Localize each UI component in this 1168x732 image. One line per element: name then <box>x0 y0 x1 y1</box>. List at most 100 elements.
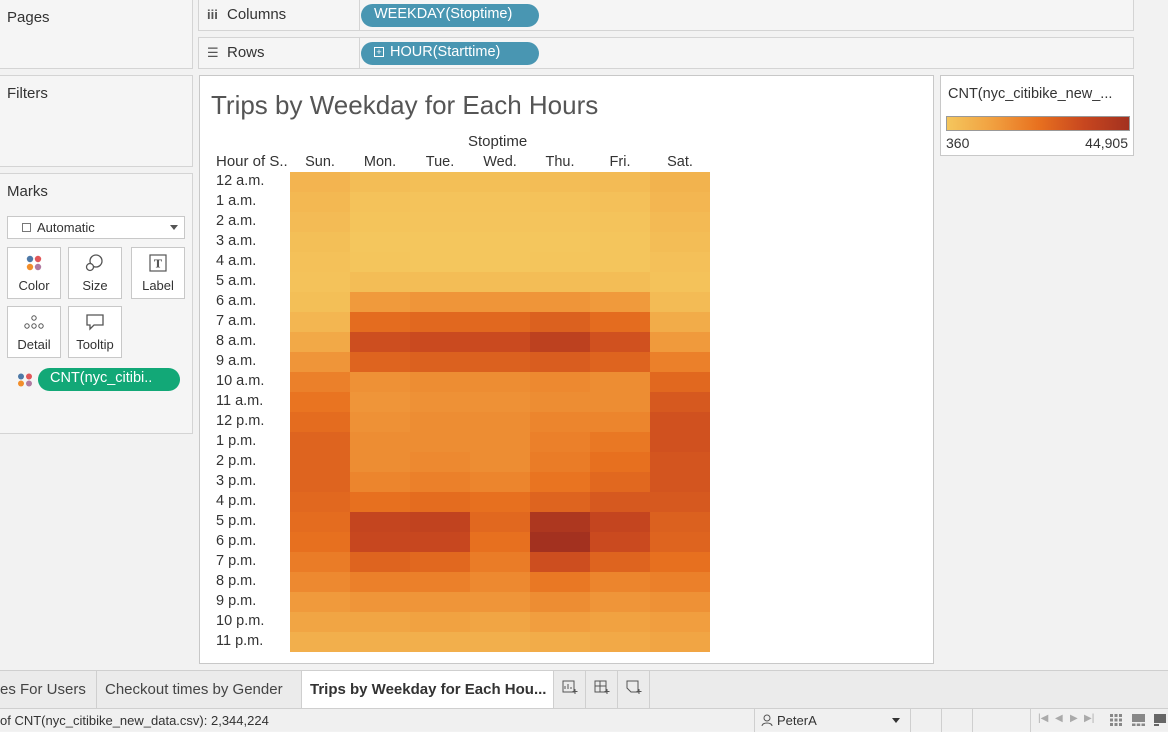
heatmap-cell[interactable] <box>290 412 350 432</box>
mark-type-dropdown[interactable]: Automatic <box>7 216 185 239</box>
heatmap-cell[interactable] <box>410 292 470 312</box>
heatmap-cell[interactable] <box>650 172 710 192</box>
heatmap-cell[interactable] <box>350 492 410 512</box>
heatmap-cell[interactable] <box>290 332 350 352</box>
heatmap-cell[interactable] <box>410 232 470 252</box>
heatmap-cell[interactable] <box>530 352 590 372</box>
heatmap-cell[interactable] <box>650 272 710 292</box>
heatmap-cell[interactable] <box>470 512 530 532</box>
heatmap-cell[interactable] <box>530 292 590 312</box>
heatmap-cell[interactable] <box>650 372 710 392</box>
heatmap-cell[interactable] <box>410 352 470 372</box>
heatmap-cell[interactable] <box>590 472 650 492</box>
heatmap-cell[interactable] <box>350 272 410 292</box>
heatmap-cell[interactable] <box>290 232 350 252</box>
heatmap-cell[interactable] <box>410 632 470 652</box>
heatmap-cell[interactable] <box>350 472 410 492</box>
heatmap-cell[interactable] <box>590 372 650 392</box>
heatmap-cell[interactable] <box>590 392 650 412</box>
heatmap-cell[interactable] <box>530 512 590 532</box>
heatmap-cell[interactable] <box>290 392 350 412</box>
heatmap-cell[interactable] <box>470 412 530 432</box>
heatmap-cell[interactable] <box>650 352 710 372</box>
heatmap-cell[interactable] <box>290 372 350 392</box>
heatmap-cell[interactable] <box>350 552 410 572</box>
heatmap-cell[interactable] <box>530 452 590 472</box>
heatmap-cell[interactable] <box>350 312 410 332</box>
show-sheet-sorter-icon[interactable] <box>1110 714 1122 726</box>
heatmap-cell[interactable] <box>590 292 650 312</box>
heatmap-cell[interactable] <box>350 632 410 652</box>
heatmap-cell[interactable] <box>590 432 650 452</box>
label-button[interactable]: T Label <box>131 247 185 299</box>
heatmap-cell[interactable] <box>650 412 710 432</box>
new-story-icon[interactable] <box>618 671 650 709</box>
color-legend[interactable]: CNT(nyc_citibike_new_... 360 44,905 <box>940 75 1134 156</box>
heatmap-cell[interactable] <box>590 612 650 632</box>
heatmap-cell[interactable] <box>290 452 350 472</box>
heatmap-cell[interactable] <box>470 192 530 212</box>
heatmap-cell[interactable] <box>470 252 530 272</box>
heatmap-cell[interactable] <box>290 212 350 232</box>
heatmap-cell[interactable] <box>410 452 470 472</box>
heatmap-cell[interactable] <box>350 592 410 612</box>
new-dashboard-icon[interactable] <box>586 671 618 709</box>
heatmap-cell[interactable] <box>350 232 410 252</box>
heatmap-cell[interactable] <box>290 512 350 532</box>
heatmap-cell[interactable] <box>470 332 530 352</box>
heatmap-cell[interactable] <box>590 232 650 252</box>
heatmap-cell[interactable] <box>290 492 350 512</box>
heatmap-cell[interactable] <box>410 272 470 292</box>
heatmap-cell[interactable] <box>650 612 710 632</box>
heatmap-cell[interactable] <box>350 532 410 552</box>
heatmap-cell[interactable] <box>410 312 470 332</box>
heatmap-cell[interactable] <box>470 492 530 512</box>
heatmap-cell[interactable] <box>590 332 650 352</box>
heatmap-cell[interactable] <box>470 312 530 332</box>
heatmap-cell[interactable] <box>470 552 530 572</box>
tab-users[interactable]: es For Users <box>0 671 97 709</box>
heatmap-cell[interactable] <box>470 232 530 252</box>
heatmap-cell[interactable] <box>410 172 470 192</box>
heatmap-cell[interactable] <box>590 312 650 332</box>
heatmap-cell[interactable] <box>650 452 710 472</box>
heatmap-cell[interactable] <box>530 212 590 232</box>
heatmap-cell[interactable] <box>590 172 650 192</box>
heatmap-cell[interactable] <box>350 332 410 352</box>
heatmap-cell[interactable] <box>470 352 530 372</box>
heatmap-cell[interactable] <box>290 432 350 452</box>
heatmap-cell[interactable] <box>350 252 410 272</box>
heatmap-cell[interactable] <box>650 432 710 452</box>
next-sheet-icon[interactable]: ▶ <box>1070 713 1078 724</box>
heatmap-cell[interactable] <box>290 612 350 632</box>
heatmap-cell[interactable] <box>410 492 470 512</box>
heatmap-cell[interactable] <box>590 272 650 292</box>
heatmap-cell[interactable] <box>590 452 650 472</box>
heatmap-cell[interactable] <box>410 512 470 532</box>
heatmap-cell[interactable] <box>350 452 410 472</box>
heatmap-cell[interactable] <box>350 572 410 592</box>
heatmap-cell[interactable] <box>470 272 530 292</box>
heatmap-cell[interactable] <box>410 252 470 272</box>
heatmap-cell[interactable] <box>290 312 350 332</box>
heatmap-cell[interactable] <box>290 532 350 552</box>
heatmap-cell[interactable] <box>530 172 590 192</box>
heatmap-cell[interactable] <box>590 492 650 512</box>
heatmap-cell[interactable] <box>530 632 590 652</box>
heatmap-cell[interactable] <box>530 472 590 492</box>
heatmap-cell[interactable] <box>290 272 350 292</box>
heatmap-cell[interactable] <box>650 552 710 572</box>
heatmap-cell[interactable] <box>590 252 650 272</box>
new-worksheet-icon[interactable] <box>554 671 586 709</box>
tab-trips-by-weekday[interactable]: Trips by Weekday for Each Hou... <box>302 671 554 709</box>
heatmap-cell[interactable] <box>290 192 350 212</box>
heatmap-cell[interactable] <box>650 292 710 312</box>
heatmap-cell[interactable] <box>290 352 350 372</box>
size-button[interactable]: Size <box>68 247 122 299</box>
heatmap-cell[interactable] <box>590 532 650 552</box>
heatmap-cell[interactable] <box>590 592 650 612</box>
heatmap-cell[interactable] <box>650 332 710 352</box>
show-tabs-icon[interactable] <box>1154 714 1166 726</box>
heatmap-cell[interactable] <box>650 392 710 412</box>
rows-pill[interactable]: + HOUR(Starttime) <box>361 42 539 65</box>
